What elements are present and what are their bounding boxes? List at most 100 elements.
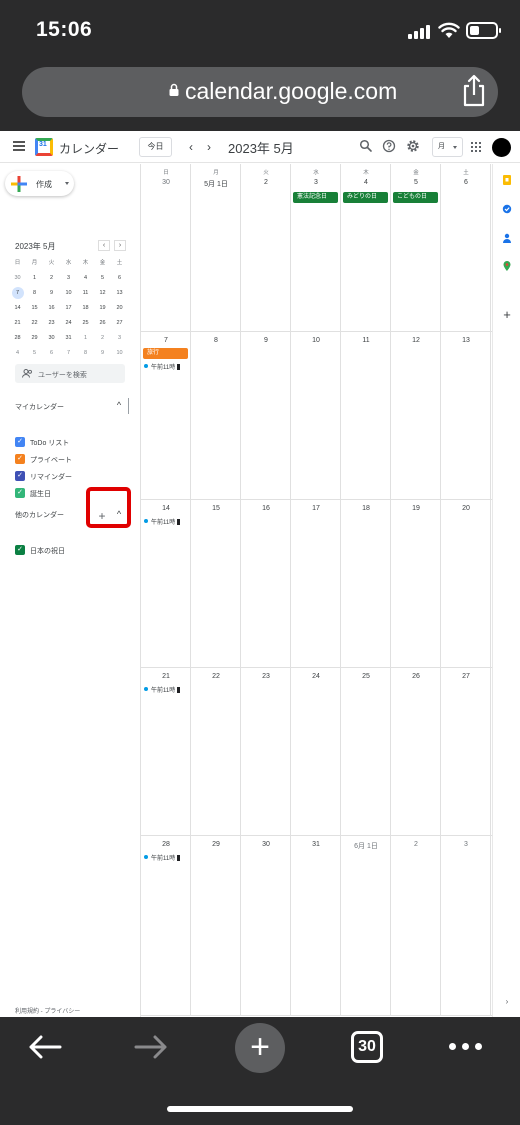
calendar-day-cell[interactable]: 17 — [291, 500, 341, 668]
day-number[interactable]: 28 — [141, 841, 191, 848]
calendar-day-cell[interactable]: 13 — [441, 332, 491, 500]
calendar-day-cell[interactable]: 木 4 みどりの日 — [341, 164, 391, 332]
create-button[interactable]: 作成 — [5, 171, 74, 196]
checkbox[interactable]: ✓ — [15, 454, 25, 464]
day-number[interactable]: 2 — [241, 179, 291, 186]
mini-calendar-day[interactable]: 31 — [60, 331, 77, 346]
day-number[interactable]: 3 — [441, 841, 491, 848]
day-number[interactable]: 19 — [391, 505, 441, 512]
calendar-day-cell[interactable]: 19 — [391, 500, 441, 668]
timed-event[interactable]: 午前11時 — [144, 362, 181, 371]
mini-calendar-day[interactable]: 30 — [43, 331, 60, 346]
mini-calendar-day[interactable]: 4 — [77, 271, 94, 286]
calendar-day-cell[interactable]: 9 — [241, 332, 291, 500]
checkbox[interactable]: ✓ — [15, 437, 25, 447]
mini-calendar-day[interactable]: 2 — [43, 271, 60, 286]
day-number[interactable]: 5 — [391, 179, 441, 186]
calendar-day-cell[interactable]: 火2 — [241, 164, 291, 332]
mini-calendar-day[interactable]: 3 — [60, 271, 77, 286]
mini-calendar-day[interactable]: 26 — [94, 316, 111, 331]
day-number[interactable]: 3 — [291, 179, 341, 186]
day-number[interactable]: 23 — [241, 673, 291, 680]
day-number[interactable]: 26 — [391, 673, 441, 680]
mini-calendar-day[interactable]: 1 — [77, 331, 94, 346]
mini-calendar-day[interactable]: 6 — [111, 271, 128, 286]
main-menu-icon[interactable] — [13, 141, 25, 151]
day-number[interactable]: 12 — [391, 337, 441, 344]
search-icon[interactable] — [359, 139, 373, 153]
mini-calendar-day[interactable]: 4 — [9, 346, 26, 361]
search-people-input[interactable]: ユーザーを検索 — [15, 364, 125, 383]
mini-calendar-day[interactable]: 1 — [26, 271, 43, 286]
calendar-day-cell[interactable]: 28 午前11時 — [141, 836, 191, 1016]
day-number[interactable]: 30 — [141, 179, 191, 186]
mini-calendar-day[interactable]: 23 — [43, 316, 60, 331]
mini-calendar-day[interactable]: 9 — [43, 286, 60, 301]
calendar-day-cell[interactable]: 水 3 憲法記念日 — [291, 164, 341, 332]
mini-calendar-day[interactable]: 21 — [9, 316, 26, 331]
calendar-day-cell[interactable]: 23 — [241, 668, 291, 836]
new-tab-button[interactable]: + — [235, 1023, 285, 1073]
calendar-day-cell[interactable]: 30 — [241, 836, 291, 1016]
calendar-day-cell[interactable]: 24 — [291, 668, 341, 836]
mini-calendar-day[interactable]: 17 — [60, 301, 77, 316]
checkbox[interactable]: ✓ — [15, 488, 25, 498]
tab-switcher-button[interactable]: 30 — [351, 1031, 383, 1063]
day-number[interactable]: 6 — [441, 179, 491, 186]
calendar-day-cell[interactable]: 15 — [191, 500, 241, 668]
calendar-day-cell[interactable]: 31 — [291, 836, 341, 1016]
mini-calendar-day[interactable]: 28 — [9, 331, 26, 346]
calendar-day-cell[interactable]: 26 — [391, 668, 441, 836]
mini-calendar-day[interactable]: 19 — [94, 301, 111, 316]
holiday-event[interactable]: 憲法記念日 — [293, 192, 338, 203]
mini-calendar-day[interactable]: 29 — [26, 331, 43, 346]
day-number[interactable]: 7 — [141, 337, 191, 344]
day-number[interactable]: 27 — [441, 673, 491, 680]
calendar-day-cell[interactable]: 10 — [291, 332, 341, 500]
checkbox[interactable]: ✓ — [15, 471, 25, 481]
calendar-day-cell[interactable]: 3 — [441, 836, 491, 1016]
help-icon[interactable] — [382, 139, 396, 153]
expand-panel-icon[interactable]: › — [502, 997, 512, 1007]
calendar-day-cell[interactable]: 27 — [441, 668, 491, 836]
holiday-event[interactable]: みどりの日 — [343, 192, 388, 203]
today-button[interactable]: 今日 — [139, 137, 172, 157]
mini-calendar-day[interactable]: 30 — [9, 271, 26, 286]
calendar-day-cell[interactable]: 29 — [191, 836, 241, 1016]
day-number[interactable]: 20 — [441, 505, 491, 512]
mini-calendar-day[interactable]: 27 — [111, 316, 128, 331]
day-number[interactable]: 14 — [141, 505, 191, 512]
allday-event[interactable]: 旅行 — [143, 348, 188, 359]
mini-calendar-day[interactable]: 5 — [26, 346, 43, 361]
contacts-icon[interactable] — [502, 233, 512, 243]
calendar-day-cell[interactable]: 20 — [441, 500, 491, 668]
calendar-day-cell[interactable]: 18 — [341, 500, 391, 668]
google-apps-icon[interactable] — [471, 142, 481, 152]
mini-calendar-day[interactable]: 24 — [60, 316, 77, 331]
day-number[interactable]: 2 — [391, 841, 441, 848]
chevron-up-icon[interactable]: ^ — [114, 400, 124, 410]
calendar-day-cell[interactable]: 21 午前11時 — [141, 668, 191, 836]
calendar-day-cell[interactable]: 日 30 — [141, 164, 191, 332]
day-number[interactable]: 10 — [291, 337, 341, 344]
add-addon-icon[interactable]: + — [502, 308, 512, 321]
day-number[interactable]: 22 — [191, 673, 241, 680]
address-bar[interactable]: calendar.google.com — [22, 67, 498, 117]
day-number[interactable]: 25 — [341, 673, 391, 680]
calendar-day-cell[interactable]: 14 午前11時 — [141, 500, 191, 668]
mini-calendar-day[interactable]: 20 — [111, 301, 128, 316]
next-month-button[interactable]: › — [201, 138, 217, 156]
tasks-icon[interactable] — [502, 204, 512, 214]
timed-event[interactable]: 午前11時 — [144, 685, 181, 694]
mini-calendar-day[interactable]: 16 — [43, 301, 60, 316]
day-number[interactable]: 29 — [191, 841, 241, 848]
view-selector[interactable]: 月 — [432, 137, 463, 157]
day-number[interactable]: 18 — [341, 505, 391, 512]
calendar-day-cell[interactable]: 11 — [341, 332, 391, 500]
other-calendars-label[interactable]: 他のカレンダー — [15, 510, 64, 520]
mini-calendar-day[interactable]: 22 — [26, 316, 43, 331]
day-number[interactable]: 9 — [241, 337, 291, 344]
day-number[interactable]: 24 — [291, 673, 341, 680]
my-calendars-label[interactable]: マイカレンダー — [15, 402, 64, 412]
calendar-day-cell[interactable]: 2 — [391, 836, 441, 1016]
